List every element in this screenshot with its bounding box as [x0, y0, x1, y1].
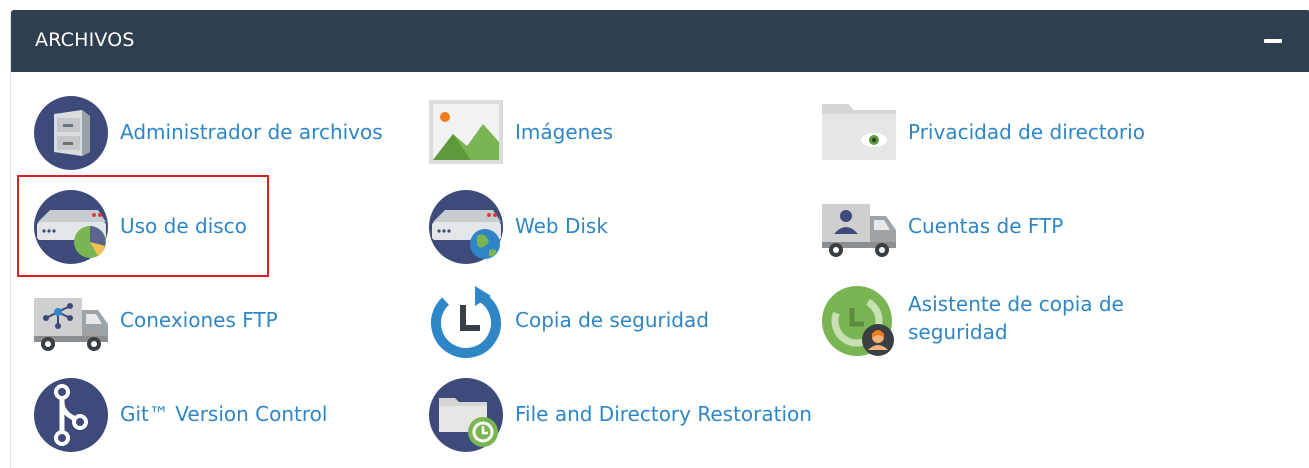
backup-clock-icon	[427, 282, 505, 360]
directory-privacy-link[interactable]: Privacidad de directorio	[820, 94, 1160, 172]
web-disk-link[interactable]: Web Disk	[427, 188, 677, 266]
web-disk-icon	[427, 188, 505, 266]
backup-link[interactable]: Copia de seguridad	[427, 282, 747, 360]
panel-header: ARCHIVOS	[11, 10, 1309, 72]
minus-icon	[1264, 39, 1282, 43]
git-version-control-label: Git™ Version Control	[120, 402, 328, 426]
disk-usage-label: Uso de disco	[120, 214, 247, 238]
file-restoration-label: File and Directory Restoration	[515, 402, 812, 426]
backup-label: Copia de seguridad	[515, 308, 709, 332]
images-link[interactable]: Imágenes	[427, 94, 677, 172]
ftp-accounts-label: Cuentas de FTP	[908, 214, 1064, 238]
disk-usage-link[interactable]: Uso de disco	[32, 188, 262, 266]
file-manager-link[interactable]: Administrador de archivos	[32, 94, 402, 172]
ftp-connections-link[interactable]: Conexiones FTP	[32, 282, 312, 360]
backup-wizard-icon	[820, 282, 898, 360]
folder-eye-icon	[820, 94, 898, 172]
directory-privacy-label: Privacidad de directorio	[908, 120, 1145, 144]
folder-restore-icon	[427, 376, 505, 454]
git-version-control-link[interactable]: Git™ Version Control	[32, 376, 352, 454]
images-label: Imágenes	[515, 120, 614, 144]
image-icon	[427, 94, 505, 172]
ftp-accounts-link[interactable]: Cuentas de FTP	[820, 188, 1120, 266]
file-restoration-link[interactable]: File and Directory Restoration	[427, 376, 847, 454]
git-branch-icon	[32, 376, 110, 454]
ftp-connections-truck-icon	[32, 282, 110, 360]
web-disk-label: Web Disk	[515, 214, 608, 238]
backup-wizard-label: Asistente de copia de seguridad	[908, 292, 1124, 344]
collapse-button[interactable]	[1260, 26, 1290, 56]
ftp-accounts-truck-icon	[820, 188, 898, 266]
backup-wizard-link[interactable]: Asistente de copia de seguridad	[820, 282, 1170, 360]
file-cabinet-icon	[32, 94, 110, 172]
disk-usage-icon	[32, 188, 110, 266]
ftp-connections-label: Conexiones FTP	[120, 308, 278, 332]
section-title: ARCHIVOS	[35, 29, 135, 51]
file-manager-label: Administrador de archivos	[120, 120, 383, 144]
